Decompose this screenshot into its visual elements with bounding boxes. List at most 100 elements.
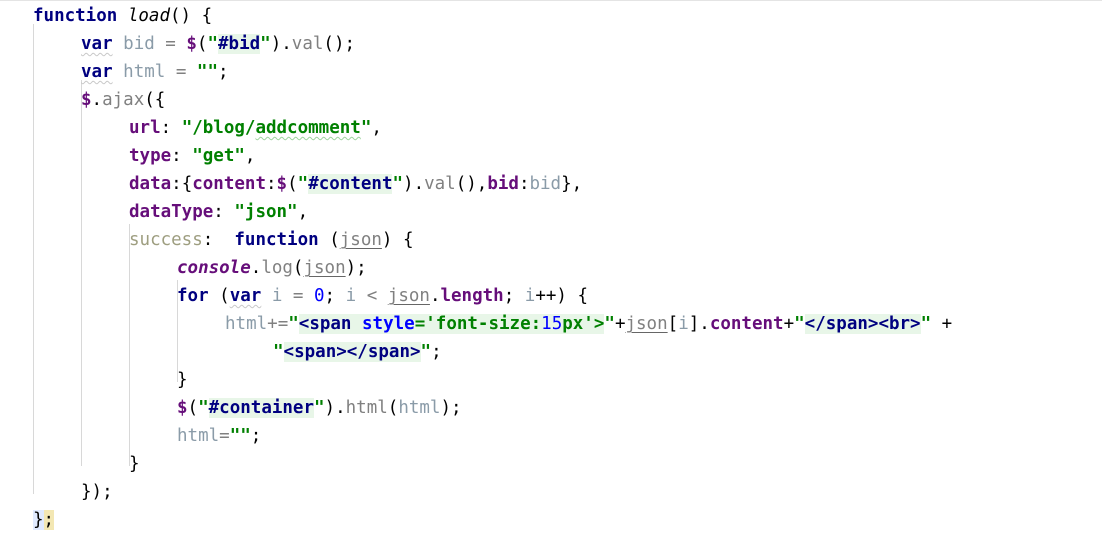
- code-token: (: [292, 258, 304, 278]
- code-token: console: [177, 258, 251, 278]
- code-token: ajax: [102, 90, 145, 110]
- code-token: ": [794, 314, 805, 334]
- code-token: json: [303, 258, 346, 278]
- code-token: ": [604, 314, 615, 334]
- code-token: ": [207, 34, 219, 54]
- code-line-5[interactable]: url: "/blog/addcomment",: [0, 114, 382, 142]
- code-token: html: [345, 398, 388, 418]
- code-line-17[interactable]: }: [0, 450, 140, 478]
- code-token: ;: [503, 286, 525, 306]
- code-line-15[interactable]: $("#container").html(html);: [0, 394, 462, 422]
- code-editor[interactable]: function load() {var bid = $("#bid").val…: [0, 0, 1102, 540]
- code-token: );: [440, 398, 462, 418]
- code-token: ;: [431, 342, 442, 362]
- code-line-3[interactable]: var html = "";: [0, 58, 229, 86]
- code-token: #content: [308, 174, 393, 194]
- code-line-13[interactable]: "<span></span>";: [0, 338, 442, 366]
- code-token: #bid: [218, 34, 261, 54]
- code-token: ": [314, 398, 325, 418]
- code-token: }: [129, 454, 140, 474]
- code-token: ).: [403, 174, 425, 194]
- code-token: :: [160, 118, 182, 138]
- code-line-11[interactable]: for (var i = 0; i < json.length; i++) {: [0, 282, 588, 310]
- code-token: </span>: [804, 314, 879, 334]
- code-token: (: [387, 398, 399, 418]
- code-line-19[interactable]: };: [0, 506, 55, 534]
- code-token: ": [198, 398, 209, 418]
- code-token: :: [202, 230, 235, 250]
- code-token: ,: [297, 202, 309, 222]
- code-token: ;: [250, 426, 262, 446]
- code-token: =: [219, 426, 230, 446]
- code-line-4[interactable]: $.ajax({: [0, 86, 165, 114]
- code-token: "": [196, 62, 218, 82]
- code-token: html: [123, 62, 166, 82]
- code-line-8[interactable]: dataType: "json",: [0, 198, 308, 226]
- code-token: bid: [123, 34, 155, 54]
- code-line-2[interactable]: var bid = $("#bid").val();: [0, 30, 355, 58]
- code-token: <span>: [283, 342, 347, 362]
- code-token: var: [81, 34, 113, 54]
- code-line-9[interactable]: success: function (json) {: [0, 226, 414, 254]
- code-text-surface[interactable]: function load() {var bid = $("#bid").val…: [0, 0, 1102, 540]
- code-line-6[interactable]: type: "get",: [0, 142, 255, 170]
- code-token: <br>: [878, 314, 921, 334]
- code-line-7[interactable]: data:{content:$("#content").val(),bid:bi…: [0, 170, 582, 198]
- code-token: px'>: [562, 314, 605, 334]
- code-line-10[interactable]: console.log(json);: [0, 254, 367, 282]
- code-token: html: [225, 314, 268, 334]
- code-token: ": [920, 314, 932, 334]
- code-token: <span: [298, 314, 352, 334]
- code-token: (: [287, 174, 298, 194]
- code-token: $: [186, 34, 197, 54]
- code-token: load: [127, 6, 170, 26]
- code-token: var: [229, 286, 262, 306]
- code-token: ": [260, 34, 271, 54]
- code-token: html: [398, 398, 441, 418]
- code-token: i: [524, 286, 536, 306]
- code-token: ) {: [381, 230, 414, 250]
- code-line-14[interactable]: }: [0, 366, 188, 394]
- code-token: =: [282, 286, 314, 306]
- code-token: content: [709, 314, 784, 334]
- code-token: }: [177, 370, 188, 390]
- code-token: for: [177, 286, 209, 306]
- code-token: url: [129, 118, 161, 138]
- code-token: ": [273, 342, 284, 362]
- code-line-18[interactable]: });: [0, 478, 113, 506]
- code-token: json: [339, 230, 382, 250]
- code-token: =: [165, 62, 197, 82]
- code-token: );: [345, 258, 367, 278]
- code-token: .: [91, 90, 103, 110]
- code-token: .: [250, 258, 262, 278]
- code-line-1[interactable]: function load() {: [0, 2, 212, 30]
- code-token: function: [234, 230, 319, 250]
- code-token: +: [931, 314, 953, 334]
- code-token: ": [288, 314, 299, 334]
- code-token: ;: [43, 510, 55, 530]
- code-token: (: [318, 230, 340, 250]
- code-token: content: [192, 174, 266, 194]
- code-token: ).: [324, 398, 346, 418]
- code-line-16[interactable]: html="";: [0, 422, 261, 450]
- code-token: }: [33, 510, 44, 530]
- code-token: ({: [144, 90, 166, 110]
- code-token: ();: [323, 34, 356, 54]
- code-token: ": [360, 118, 372, 138]
- code-token: html: [177, 426, 220, 446]
- code-token: $: [177, 398, 188, 418]
- code-token: var: [81, 62, 113, 82]
- code-line-12[interactable]: html+="<span style='font-size:15px'>"+js…: [0, 310, 952, 338]
- code-token: +: [614, 314, 626, 334]
- code-token: (: [196, 34, 208, 54]
- code-token: #container: [208, 398, 314, 418]
- code-token: json: [625, 314, 668, 334]
- code-token: ": [420, 342, 432, 362]
- code-token: :: [171, 146, 193, 166]
- code-token: $: [81, 90, 92, 110]
- code-token: style: [362, 314, 415, 334]
- code-token: ;: [324, 286, 346, 306]
- code-token: type: [129, 146, 172, 166]
